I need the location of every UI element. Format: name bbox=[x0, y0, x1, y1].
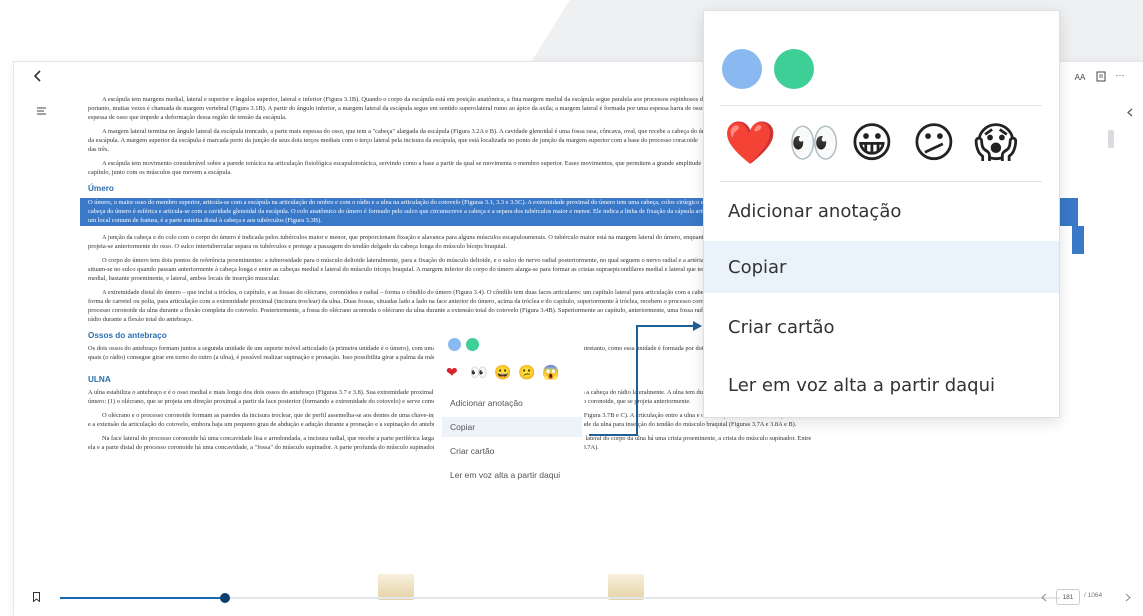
menu-item-criar-cartao[interactable]: Criar cartão bbox=[704, 301, 1059, 353]
selected-line: um local comum de fratura, é a parte est… bbox=[88, 217, 322, 224]
more-options-icon[interactable]: ··· bbox=[1112, 68, 1128, 82]
menu-divider bbox=[720, 105, 1042, 106]
context-menu: ❤️ 👀 😀 😕 😱 Adicionar anotação Copiar Cri… bbox=[703, 10, 1060, 418]
heart-emoji-icon[interactable]: ❤ bbox=[446, 364, 458, 380]
heading-ossos-antebraco: Ossos do antebraço bbox=[88, 331, 167, 340]
bookmark-icon[interactable] bbox=[30, 590, 42, 604]
heading-umero: Úmero bbox=[88, 184, 114, 193]
bookmark-list-icon[interactable] bbox=[1094, 69, 1108, 83]
scroll-thumb[interactable] bbox=[1108, 130, 1114, 148]
scream-emoji-icon[interactable]: 😱 bbox=[974, 119, 1018, 167]
font-size-icon[interactable]: AA bbox=[1072, 70, 1088, 84]
menu-item-copiar[interactable]: Copiar bbox=[704, 241, 1059, 293]
table-of-contents-icon[interactable] bbox=[34, 104, 48, 118]
prev-page-icon[interactable] bbox=[1038, 590, 1050, 604]
menu-item-adicionar-anotacao[interactable]: Adicionar anotação bbox=[450, 398, 523, 408]
menu-item-copiar[interactable]: Copiar bbox=[450, 422, 475, 432]
eyes-emoji-icon[interactable]: 👀 bbox=[470, 364, 487, 380]
color-green-dot[interactable] bbox=[466, 338, 479, 351]
color-green-swatch[interactable] bbox=[774, 49, 814, 89]
progress-knob[interactable] bbox=[220, 593, 230, 603]
context-menu-preview: ❤ 👀 😀 😕 😱 Adicionar anotação Copiar Cria… bbox=[434, 330, 584, 490]
eyes-emoji-icon[interactable]: 👀 bbox=[788, 119, 840, 167]
selection-start bbox=[80, 198, 88, 226]
page-total: / 1064 bbox=[1084, 592, 1103, 599]
selection-end bbox=[1072, 226, 1084, 254]
menu-item-adicionar-anotacao[interactable]: Adicionar anotação bbox=[704, 185, 1059, 237]
confused-emoji-icon[interactable]: 😕 bbox=[518, 364, 535, 380]
progress-fill bbox=[60, 597, 225, 599]
heading-ulna: ULNA bbox=[88, 375, 111, 384]
menu-item-ler-em-voz-alta[interactable]: Ler em voz alta a partir daqui bbox=[704, 359, 1059, 411]
menu-divider bbox=[720, 181, 1042, 182]
bottom-bar: 181 / 1064 bbox=[14, 586, 1143, 616]
menu-item-criar-cartao[interactable]: Criar cartão bbox=[450, 446, 494, 456]
collapse-panel-icon[interactable] bbox=[1124, 106, 1136, 118]
next-page-icon[interactable] bbox=[1122, 590, 1134, 604]
color-blue-swatch[interactable] bbox=[722, 49, 762, 89]
smile-emoji-icon[interactable]: 😀 bbox=[494, 364, 511, 380]
back-chevron-icon[interactable] bbox=[30, 68, 46, 84]
vertical-scrollbar[interactable] bbox=[1107, 100, 1115, 600]
scream-emoji-icon[interactable]: 😱 bbox=[542, 364, 559, 380]
menu-item-ler-em-voz-alta[interactable]: Ler em voz alta a partir daqui bbox=[450, 470, 560, 480]
heart-emoji-icon[interactable]: ❤️ bbox=[724, 119, 776, 167]
page-number-input[interactable]: 181 bbox=[1056, 589, 1080, 605]
color-blue-dot[interactable] bbox=[448, 338, 461, 351]
reading-progress-slider[interactable] bbox=[60, 593, 1060, 603]
smile-emoji-icon[interactable]: 😀 bbox=[850, 119, 894, 167]
confused-emoji-icon[interactable]: 😕 bbox=[912, 119, 956, 167]
